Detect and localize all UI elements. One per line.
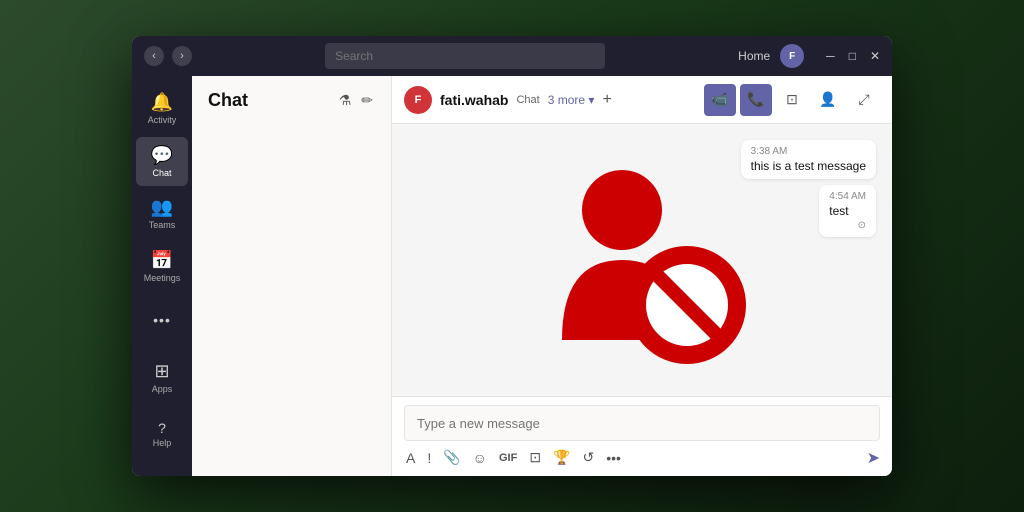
messages-overlay: 3:38 AM this is a test message 4:54 AM t… [741,140,876,237]
contact-avatar: F [404,86,432,114]
message-status-2: ⊙ [829,220,866,231]
sidebar-label-chat: Chat [152,168,171,178]
blocked-icon [532,150,752,370]
chat-list-body [192,119,391,476]
chat-list-header: Chat ⚗ ✏ [192,76,391,119]
messages-area: 3:38 AM this is a test message 4:54 AM t… [392,124,892,396]
sidebar-item-apps[interactable]: ⊞ Apps [136,352,188,404]
help-icon: ? [158,420,166,436]
sidebar-label-help: Help [153,438,172,448]
praise-button[interactable]: 🏆 [551,447,572,468]
chat-status: Chat [516,94,539,106]
sidebar-item-teams[interactable]: 👥 Teams [136,190,188,239]
contact-name: fati.wahab [440,92,508,108]
back-button[interactable]: ‹ [144,46,164,66]
popout-button[interactable]: ⤢ [848,84,880,116]
search-input[interactable] [325,43,605,69]
chat-list-title: Chat [208,90,248,111]
sidebar-item-meetings[interactable]: 📅 Meetings [136,242,188,291]
sidebar-item-chat[interactable]: 💬 Chat [136,137,188,186]
more-options-button[interactable]: ••• [604,448,623,468]
activity-icon: 🔔 [151,92,173,113]
teams-window: ‹ › Home F ─ □ ✕ 🔔 Activity 💬 Ch [132,36,892,476]
teams-icon: 👥 [151,197,173,218]
gif-button[interactable]: GIF [497,450,519,466]
message-text-1: this is a test message [751,159,866,173]
title-bar-right: Home F ─ □ ✕ [738,44,880,68]
sidebar-bottom: ⊞ Apps ? Help [136,352,188,468]
message-toolbar: A ! 📎 ☺ GIF ⊡ 🏆 ↺ ••• ➤ [404,441,880,468]
screen-share-button[interactable]: ⊡ [776,84,808,116]
message-bubble: 3:38 AM this is a test message [741,140,876,179]
message-input-area: A ! 📎 ☺ GIF ⊡ 🏆 ↺ ••• ➤ [392,396,892,476]
close-button[interactable]: ✕ [870,49,880,63]
title-bar-left: ‹ › [144,46,192,66]
emoji-button[interactable]: ☺ [471,448,489,468]
add-people-button[interactable]: 👤 [812,84,844,116]
sidebar-item-help[interactable]: ? Help [136,408,188,460]
sticker-button[interactable]: ⊡ [527,447,543,468]
message-time-1: 3:38 AM [751,146,866,157]
message-text-2: test [829,204,866,218]
apps-icon: ⊞ [154,361,169,382]
video-call-button[interactable]: 📹 [704,84,736,116]
sidebar-label-teams: Teams [149,220,176,230]
important-button[interactable]: ! [425,448,433,468]
voice-call-button[interactable]: 📞 [740,84,772,116]
more-participants-button[interactable]: 3 more ▾ [548,93,595,107]
meet-now-button[interactable]: ↺ [580,447,596,468]
add-participant-button[interactable]: + [602,91,611,109]
message-time-2: 4:54 AM [829,191,866,202]
chat-list-panel: Chat ⚗ ✏ [192,76,392,476]
message-bubble-2: 4:54 AM test ⊙ [819,185,876,237]
sidebar: 🔔 Activity 💬 Chat 👥 Teams 📅 Meetings ••• [132,76,192,476]
filter-button[interactable]: ⚗ [337,90,354,111]
maximize-button[interactable]: □ [849,49,856,63]
window-controls: ─ □ ✕ [826,49,880,63]
sidebar-label-apps: Apps [152,384,173,394]
sidebar-item-more[interactable]: ••• [136,295,188,344]
sidebar-label-meetings: Meetings [144,273,181,283]
title-bar: ‹ › Home F ─ □ ✕ [132,36,892,76]
home-label: Home [738,49,770,63]
main-content: 🔔 Activity 💬 Chat 👥 Teams 📅 Meetings ••• [132,76,892,476]
more-icon: ••• [153,312,171,328]
chat-icon: 💬 [151,145,173,166]
chat-list-actions: ⚗ ✏ [337,90,375,111]
chat-header-actions: 📹 📞 ⊡ 👤 ⤢ [704,84,880,116]
send-button[interactable]: ➤ [867,448,880,468]
message-input[interactable] [404,405,880,441]
meetings-icon: 📅 [151,250,173,271]
attach-button[interactable]: 📎 [441,447,462,468]
chat-window: F fati.wahab Chat 3 more ▾ + 📹 📞 ⊡ 👤 ⤢ [392,76,892,476]
chat-header: F fati.wahab Chat 3 more ▾ + 📹 📞 ⊡ 👤 ⤢ [392,76,892,124]
sidebar-item-activity[interactable]: 🔔 Activity [136,84,188,133]
forward-button[interactable]: › [172,46,192,66]
minimize-button[interactable]: ─ [826,49,835,63]
format-button[interactable]: A [404,448,417,468]
compose-button[interactable]: ✏ [359,90,375,111]
user-avatar[interactable]: F [780,44,804,68]
sidebar-label-activity: Activity [148,115,177,125]
